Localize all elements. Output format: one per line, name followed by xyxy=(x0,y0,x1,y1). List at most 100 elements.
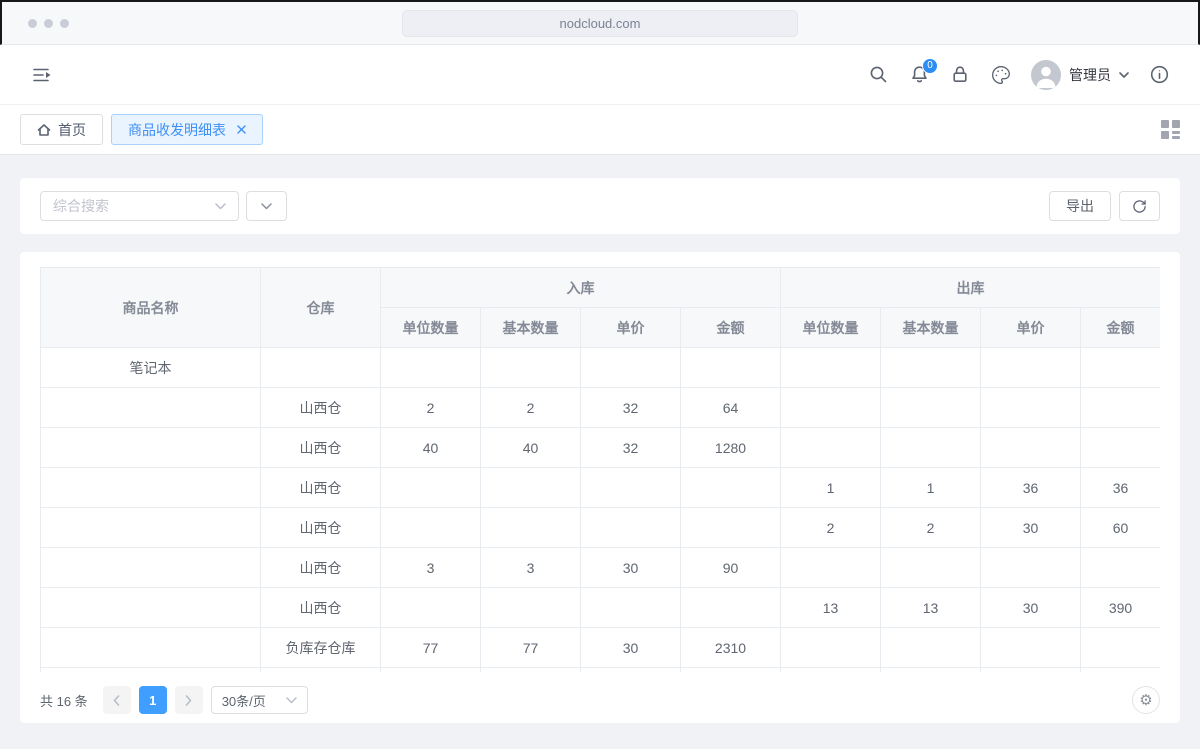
cell: 笔记本 xyxy=(41,348,261,388)
report-table: 商品名称 仓库 入库 出库 单位数量 基本数量 单价 金额 单位数量 基本数量 … xyxy=(40,267,1160,672)
cell xyxy=(981,388,1081,428)
url-text: nodcloud.com xyxy=(560,16,641,31)
layout-grid-icon[interactable] xyxy=(1161,120,1180,139)
col-out-amount: 金额 xyxy=(1081,308,1161,348)
table-row[interactable] xyxy=(41,668,1161,673)
table-row[interactable]: 山西仓333090 xyxy=(41,548,1161,588)
cell xyxy=(381,468,481,508)
cell xyxy=(781,628,881,668)
table-row[interactable]: 山西仓113636 xyxy=(41,468,1161,508)
cell xyxy=(1081,388,1161,428)
sidebar-collapse-icon[interactable] xyxy=(30,62,56,88)
tab-report[interactable]: 商品收发明细表 xyxy=(111,114,263,145)
cell xyxy=(681,348,781,388)
search-icon[interactable] xyxy=(867,64,889,86)
table-settings-button[interactable]: ⚙ xyxy=(1132,686,1160,714)
cell xyxy=(41,428,261,468)
user-menu[interactable]: 管理员 xyxy=(1031,60,1129,90)
table-row[interactable]: 山西仓4040321280 xyxy=(41,428,1161,468)
refresh-icon xyxy=(1132,199,1147,214)
table-row[interactable]: 山西仓131330390 xyxy=(41,588,1161,628)
cell: 3 xyxy=(381,548,481,588)
next-page-button[interactable] xyxy=(175,686,203,714)
cell: 30 xyxy=(981,508,1081,548)
page-size-select[interactable]: 30条/页 xyxy=(211,686,308,714)
cell: 负库存仓库 xyxy=(261,628,381,668)
cell xyxy=(381,508,481,548)
cell xyxy=(681,468,781,508)
cell: 2 xyxy=(781,508,881,548)
tab-home[interactable]: 首页 xyxy=(20,114,103,145)
cell: 2 xyxy=(881,508,981,548)
cell xyxy=(681,508,781,548)
table-row[interactable]: 笔记本 xyxy=(41,348,1161,388)
app-header: 0 管理员 xyxy=(0,45,1200,105)
notification-badge: 0 xyxy=(922,58,938,74)
window-dot[interactable] xyxy=(28,19,37,28)
expand-filters-button[interactable] xyxy=(246,191,287,221)
page-number-button[interactable]: 1 xyxy=(139,686,167,714)
cell xyxy=(381,668,481,673)
cell xyxy=(581,468,681,508)
table-row[interactable]: 负库存仓库7777302310 xyxy=(41,628,1161,668)
cell: 77 xyxy=(381,628,481,668)
cell xyxy=(1081,548,1161,588)
cell xyxy=(981,428,1081,468)
cell xyxy=(41,588,261,628)
cell xyxy=(481,588,581,628)
cell: 32 xyxy=(581,388,681,428)
cell: 2 xyxy=(381,388,481,428)
cell: 30 xyxy=(981,588,1081,628)
close-tab-icon[interactable] xyxy=(237,125,246,134)
cell xyxy=(481,508,581,548)
cell xyxy=(481,348,581,388)
cell: 90 xyxy=(681,548,781,588)
col-in-base-qty: 基本数量 xyxy=(481,308,581,348)
refresh-button[interactable] xyxy=(1119,191,1160,221)
cell xyxy=(581,508,681,548)
info-icon[interactable] xyxy=(1148,64,1170,86)
browser-bar: nodcloud.com xyxy=(0,0,1200,45)
search-toolbar: 综合搜索 导出 xyxy=(20,178,1180,234)
window-dot[interactable] xyxy=(44,19,53,28)
cell: 山西仓 xyxy=(261,548,381,588)
col-in-unit-qty: 单位数量 xyxy=(381,308,481,348)
notifications-bell-icon[interactable]: 0 xyxy=(908,64,930,86)
cell xyxy=(781,388,881,428)
export-button[interactable]: 导出 xyxy=(1049,191,1111,221)
cell xyxy=(581,588,681,628)
chevron-down-icon xyxy=(1119,72,1129,78)
lock-icon[interactable] xyxy=(949,64,971,86)
col-warehouse: 仓库 xyxy=(261,268,381,348)
table-row[interactable]: 山西仓223264 xyxy=(41,388,1161,428)
chevron-left-icon xyxy=(113,695,120,706)
cell xyxy=(981,668,1081,673)
total-count: 共 16 条 xyxy=(40,691,88,710)
window-controls xyxy=(28,19,69,28)
cell xyxy=(881,388,981,428)
chevron-down-icon xyxy=(286,697,297,704)
cell: 30 xyxy=(581,628,681,668)
prev-page-button[interactable] xyxy=(103,686,131,714)
home-icon xyxy=(37,123,51,137)
col-out-unit-qty: 单位数量 xyxy=(781,308,881,348)
cell: 30 xyxy=(581,548,681,588)
cell xyxy=(41,548,261,588)
cell: 山西仓 xyxy=(261,388,381,428)
cell xyxy=(1081,348,1161,388)
window-dot[interactable] xyxy=(60,19,69,28)
cell xyxy=(41,668,261,673)
page-size-value: 30条/页 xyxy=(222,691,266,710)
cell xyxy=(881,428,981,468)
search-type-select[interactable]: 综合搜索 xyxy=(40,191,239,221)
theme-palette-icon[interactable] xyxy=(990,64,1012,86)
cell: 1 xyxy=(781,468,881,508)
address-bar[interactable]: nodcloud.com xyxy=(402,10,798,37)
cell xyxy=(41,468,261,508)
table-row[interactable]: 山西仓223060 xyxy=(41,508,1161,548)
cell: 3 xyxy=(481,548,581,588)
cell xyxy=(481,468,581,508)
col-out-base-qty: 基本数量 xyxy=(881,308,981,348)
cell xyxy=(581,348,681,388)
col-out-price: 单价 xyxy=(981,308,1081,348)
